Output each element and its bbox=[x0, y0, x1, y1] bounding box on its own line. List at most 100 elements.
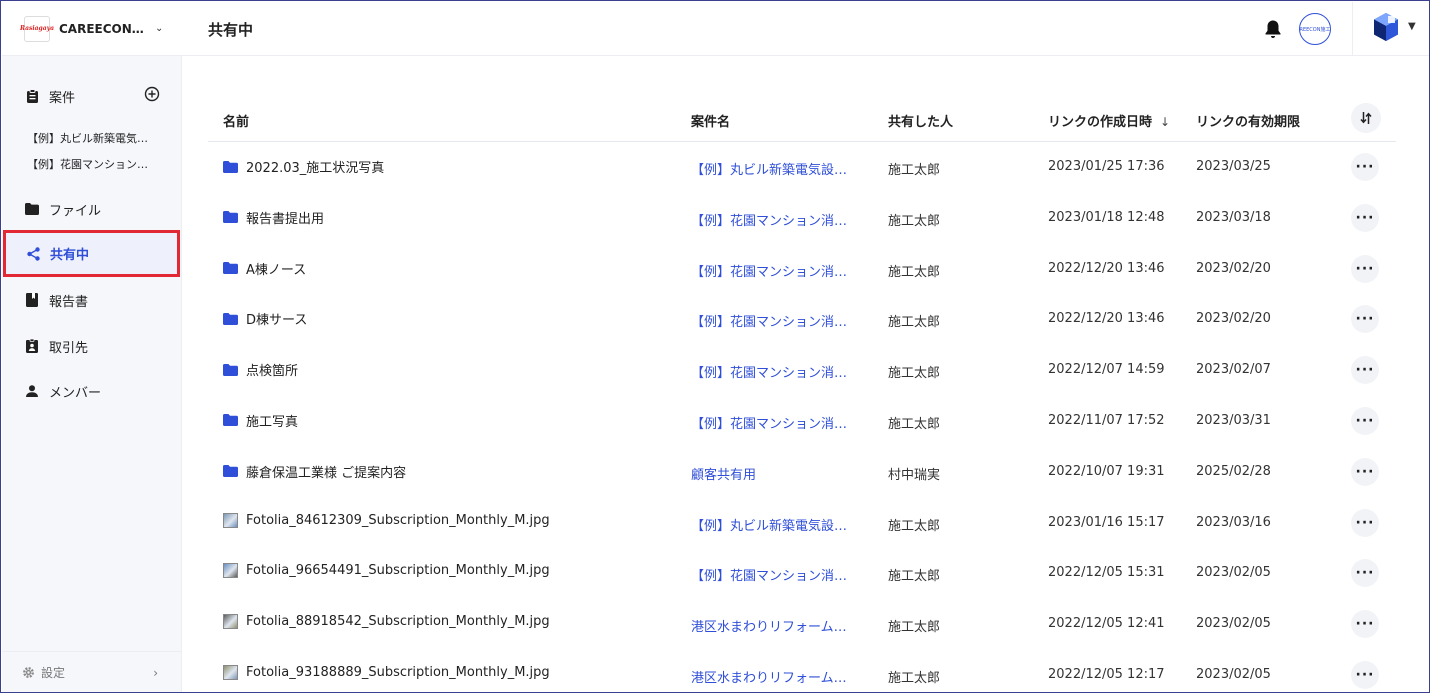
shared-by: 施工太郎 bbox=[888, 315, 941, 331]
file-name-cell[interactable]: Fotolia_93188889_Subscription_Monthly_M.… bbox=[223, 664, 550, 680]
column-header-shared-by[interactable]: 共有した人 bbox=[888, 111, 953, 130]
cube-icon[interactable] bbox=[1373, 12, 1399, 42]
sidebar-item-clients[interactable]: 取引先 bbox=[2, 324, 182, 368]
book-icon bbox=[25, 293, 39, 307]
file-name: A棟ノース bbox=[246, 262, 307, 278]
more-icon[interactable]: ··· bbox=[1351, 457, 1379, 486]
project-link[interactable]: 【例】花園マンション消防… bbox=[691, 311, 859, 330]
file-name: Fotolia_84612309_Subscription_Monthly_M.… bbox=[246, 512, 550, 528]
link-created-at: 2023/01/18 12:48 bbox=[1048, 209, 1165, 225]
shared-by: 施工太郎 bbox=[888, 416, 941, 432]
table-row[interactable]: Fotolia_84612309_Subscription_Monthly_M.… bbox=[208, 498, 1396, 549]
sidebar: Rasiagaya CAREECON 施… ⌄ 案件 【例】丸ビル新築電気設… … bbox=[2, 2, 182, 692]
project-link[interactable]: 【例】花園マンション消防… bbox=[691, 565, 859, 584]
settings-label: 設定 bbox=[41, 666, 66, 680]
sidebar-subitem-project-1[interactable]: 【例】丸ビル新築電気設… bbox=[27, 130, 157, 146]
folder-icon bbox=[25, 202, 39, 216]
sort-toggle-icon[interactable] bbox=[1351, 103, 1381, 133]
org-switcher[interactable]: Rasiagaya CAREECON 施… ⌄ bbox=[2, 2, 182, 56]
table-row[interactable]: 報告書提出用 【例】花園マンション消防… 施工太郎 2023/01/18 12:48 2… bbox=[208, 193, 1396, 244]
sidebar-item-reports[interactable]: 報告書 bbox=[2, 278, 182, 322]
link-created-at: 2022/12/05 12:17 bbox=[1048, 666, 1165, 682]
sidebar-subitem-project-2[interactable]: 【例】花園マンション… bbox=[27, 156, 157, 172]
image-thumbnail-icon bbox=[223, 664, 238, 680]
file-name-cell[interactable]: 2022.03_施工状況写真 bbox=[223, 157, 384, 176]
table-row[interactable]: 施工写真 【例】花園マンション消防… 施工太郎 2022/11/07 17:52 202… bbox=[208, 396, 1396, 447]
link-created-at: 2022/10/07 19:31 bbox=[1048, 463, 1165, 479]
project-link[interactable]: 【例】花園マンション消防… bbox=[691, 210, 859, 229]
more-icon[interactable]: ··· bbox=[1351, 153, 1379, 181]
table-row[interactable]: D棟サース 【例】花園マンション消防… 施工太郎 2022/12/20 13:46 20… bbox=[208, 294, 1396, 345]
company-avatar[interactable]: REECON施工 bbox=[1299, 13, 1331, 45]
sidebar-item-files[interactable]: ファイル bbox=[2, 187, 182, 231]
more-icon[interactable]: ··· bbox=[1351, 508, 1379, 537]
sidebar-item-label: ファイル bbox=[49, 203, 102, 219]
caret-down-icon[interactable]: ▼ bbox=[1408, 21, 1416, 32]
project-link[interactable]: 【例】丸ビル新築電気設備… bbox=[691, 159, 859, 178]
table-row[interactable]: A棟ノース 【例】花園マンション消防… 施工太郎 2022/12/20 13:46 20… bbox=[208, 244, 1396, 295]
file-name-cell[interactable]: 報告書提出用 bbox=[223, 208, 324, 227]
table-row[interactable]: Fotolia_88918542_Subscription_Monthly_M.… bbox=[208, 599, 1396, 650]
more-icon[interactable]: ··· bbox=[1351, 203, 1379, 232]
column-header-project[interactable]: 案件名 bbox=[691, 111, 730, 130]
folder-icon bbox=[223, 363, 238, 376]
app-window: Rasiagaya CAREECON 施… ⌄ 案件 【例】丸ビル新築電気設… … bbox=[0, 0, 1430, 693]
link-created-at: 2022/12/05 12:41 bbox=[1048, 616, 1165, 632]
shared-by: 施工太郎 bbox=[888, 518, 941, 534]
sidebar-item-shared[interactable]: 共有中 bbox=[3, 230, 180, 277]
org-name: CAREECON 施… bbox=[59, 22, 145, 36]
table-row[interactable]: 藤倉保温工業様 ご提案内容 顧客共有用 村中瑞実 2022/10/07 19:31 20… bbox=[208, 447, 1396, 498]
bell-icon[interactable] bbox=[1264, 19, 1282, 39]
file-name-cell[interactable]: Fotolia_88918542_Subscription_Monthly_M.… bbox=[223, 614, 550, 630]
project-link[interactable]: 【例】花園マンション消防… bbox=[691, 261, 859, 280]
more-icon[interactable]: ··· bbox=[1351, 559, 1379, 588]
table-row[interactable]: 点検箇所 【例】花園マンション消防… 施工太郎 2022/12/07 14:59 202… bbox=[208, 345, 1396, 396]
more-icon[interactable]: ··· bbox=[1351, 254, 1379, 283]
table-row[interactable]: Fotolia_96654491_Subscription_Monthly_M.… bbox=[208, 548, 1396, 599]
file-name-cell[interactable]: D棟サース bbox=[223, 309, 307, 328]
more-icon[interactable]: ··· bbox=[1351, 305, 1379, 334]
shared-by: 施工太郎 bbox=[888, 569, 941, 585]
column-header-name[interactable]: 名前 bbox=[223, 111, 249, 130]
plus-circle-icon[interactable] bbox=[144, 86, 160, 102]
file-name-cell[interactable]: 点検箇所 bbox=[223, 360, 298, 379]
file-name: 2022.03_施工状況写真 bbox=[246, 161, 385, 176]
folder-icon bbox=[223, 414, 238, 427]
file-name: D棟サース bbox=[246, 313, 308, 329]
shared-by: 村中瑞実 bbox=[888, 467, 941, 483]
project-link[interactable]: 顧客共有用 bbox=[691, 464, 859, 483]
more-icon[interactable]: ··· bbox=[1351, 610, 1379, 639]
project-link[interactable]: 【例】花園マンション消防… bbox=[691, 413, 859, 432]
shared-files-table: 名前 案件名 共有した人 リンクの作成日時 ↓ リンクの有効期限 2022.03_… bbox=[208, 97, 1396, 692]
shared-by: 施工太郎 bbox=[888, 670, 941, 686]
file-name-cell[interactable]: Fotolia_96654491_Subscription_Monthly_M.… bbox=[223, 563, 550, 579]
project-link[interactable]: 港区水まわりリフォーム工事 bbox=[691, 616, 859, 635]
clipboard-icon bbox=[25, 89, 39, 103]
project-link[interactable]: 【例】丸ビル新築電気設備… bbox=[691, 515, 859, 534]
link-created-at: 2023/01/25 17:36 bbox=[1048, 159, 1165, 174]
project-link[interactable]: 港区水まわりリフォーム工事 bbox=[691, 667, 859, 686]
file-name: 藤倉保温工業様 ご提案内容 bbox=[246, 465, 407, 481]
link-created-at: 2022/12/07 14:59 bbox=[1048, 362, 1165, 378]
column-header-expires[interactable]: リンクの有効期限 bbox=[1196, 111, 1300, 130]
file-name-cell[interactable]: 施工写真 bbox=[223, 411, 298, 430]
sidebar-item-label: メンバー bbox=[49, 385, 102, 401]
sidebar-item-projects[interactable]: 案件 bbox=[2, 74, 182, 118]
settings-link[interactable]: 設定 › bbox=[2, 651, 182, 692]
table-row[interactable]: Fotolia_93188889_Subscription_Monthly_M.… bbox=[208, 650, 1396, 692]
folder-icon bbox=[223, 312, 238, 325]
file-name-cell[interactable]: Fotolia_84612309_Subscription_Monthly_M.… bbox=[223, 512, 550, 528]
column-header-created[interactable]: リンクの作成日時 ↓ bbox=[1048, 111, 1170, 130]
link-expires-at: 2023/03/16 bbox=[1196, 514, 1271, 530]
file-name: Fotolia_96654491_Subscription_Monthly_M.… bbox=[246, 563, 550, 579]
more-icon[interactable]: ··· bbox=[1351, 356, 1379, 385]
chevron-right-icon: › bbox=[153, 665, 158, 680]
sidebar-item-members[interactable]: メンバー bbox=[2, 369, 182, 413]
more-icon[interactable]: ··· bbox=[1351, 660, 1379, 689]
table-row[interactable]: 2022.03_施工状況写真 【例】丸ビル新築電気設備… 施工太郎 2023/01/2… bbox=[208, 142, 1396, 193]
project-link[interactable]: 【例】花園マンション消防… bbox=[691, 362, 859, 381]
file-name-cell[interactable]: 藤倉保温工業様 ご提案内容 bbox=[223, 462, 406, 481]
person-icon bbox=[25, 384, 39, 398]
file-name-cell[interactable]: A棟ノース bbox=[223, 259, 306, 278]
more-icon[interactable]: ··· bbox=[1351, 406, 1379, 435]
